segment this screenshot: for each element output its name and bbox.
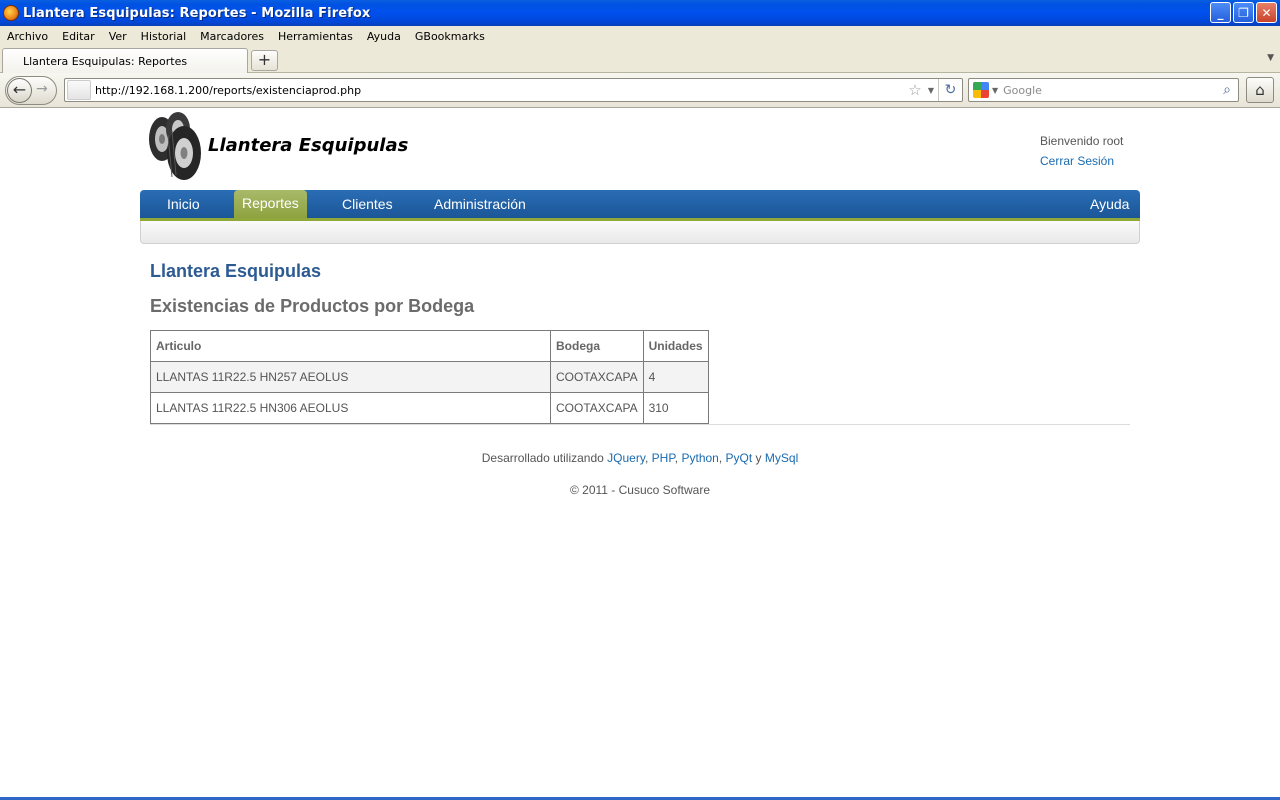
link-mysql[interactable]: MySql: [765, 451, 798, 465]
search-input[interactable]: Google: [1003, 84, 1216, 97]
engine-dropdown-icon[interactable]: ▼: [992, 86, 998, 95]
nav-clientes[interactable]: Clientes: [342, 196, 393, 212]
forward-arrow-icon[interactable]: →: [36, 81, 48, 97]
company-heading: Llantera Esquipulas: [150, 261, 322, 281]
nav-inicio[interactable]: Inicio: [167, 196, 200, 212]
search-magnifier-icon[interactable]: ⌕: [1216, 82, 1238, 98]
menu-editar[interactable]: Editar: [55, 30, 102, 43]
cell-articulo: LLANTAS 11R22.5 HN306 AEOLUS: [150, 392, 551, 424]
footer-conjunction: y: [755, 451, 762, 465]
nav-reportes[interactable]: Reportes: [234, 190, 307, 218]
window-title: Llantera Esquipulas: Reportes - Mozilla …: [23, 5, 371, 21]
minimize-button[interactable]: _: [1210, 2, 1231, 23]
nav-administracion[interactable]: Administración: [434, 196, 526, 212]
footer-credits: Desarrollado utilizando JQuery, PHP, Pyt…: [0, 451, 1280, 465]
sub-navigation: [140, 221, 1140, 244]
url-input[interactable]: http://192.168.1.200/reports/existenciap…: [95, 84, 906, 97]
footer-prefix: Desarrollado utilizando: [481, 451, 604, 465]
cell-bodega: COOTAXCAPA: [550, 361, 644, 393]
back-forward-group: ← →: [5, 76, 57, 105]
home-icon[interactable]: ⌂: [1246, 77, 1274, 103]
menu-bar: Archivo Editar Ver Historial Marcadores …: [0, 26, 1280, 46]
nav-ayuda[interactable]: Ayuda: [1090, 196, 1129, 212]
menu-ayuda[interactable]: Ayuda: [360, 30, 408, 43]
link-jquery[interactable]: JQuery: [607, 451, 645, 465]
welcome-text: Bienvenido root: [1040, 134, 1124, 148]
maximize-button[interactable]: ❐: [1233, 2, 1254, 23]
content-divider: [150, 424, 1130, 425]
page-viewport: Llantera Esquipulas Bienvenido root Cerr…: [0, 109, 1280, 798]
reload-icon[interactable]: ↻: [938, 79, 962, 101]
table-row: LLANTAS 11R22.5 HN306 AEOLUS COOTAXCAPA …: [150, 392, 709, 424]
logout-link[interactable]: Cerrar Sesión: [1040, 154, 1114, 168]
site-title: Llantera Esquipulas: [208, 135, 409, 156]
new-tab-button[interactable]: +: [251, 50, 278, 71]
footer-separator: ,: [718, 451, 723, 465]
report-heading: Existencias de Productos por Bodega: [150, 296, 475, 316]
cell-unidades: 4: [642, 361, 709, 393]
navigation-toolbar: ← → http://192.168.1.200/reports/existen…: [0, 73, 1280, 108]
cell-articulo: LLANTAS 11R22.5 HN257 AEOLUS: [150, 361, 551, 393]
link-python[interactable]: Python: [681, 451, 718, 465]
stock-table: Articulo Bodega Unidades LLANTAS 11R22.5…: [150, 330, 709, 424]
bookmark-star-icon[interactable]: ☆: [906, 81, 924, 99]
footer-separator: ,: [644, 451, 649, 465]
search-bar[interactable]: ▼ Google ⌕: [968, 78, 1239, 102]
menu-historial[interactable]: Historial: [134, 30, 193, 43]
tab-list-chevron-icon[interactable]: ▼: [1267, 53, 1274, 63]
footer-separator: ,: [674, 451, 679, 465]
tires-logo-icon: [149, 112, 201, 180]
main-navigation: Inicio Reportes Clientes Administración …: [140, 190, 1140, 221]
back-arrow-icon[interactable]: ←: [7, 78, 32, 103]
menu-ver[interactable]: Ver: [102, 30, 134, 43]
window-titlebar: Llantera Esquipulas: Reportes - Mozilla …: [0, 0, 1280, 26]
table-row: LLANTAS 11R22.5 HN257 AEOLUS COOTAXCAPA …: [150, 361, 709, 393]
link-php[interactable]: PHP: [652, 451, 675, 465]
url-bar[interactable]: http://192.168.1.200/reports/existenciap…: [64, 78, 963, 102]
google-engine-icon[interactable]: [973, 82, 989, 98]
menu-marcadores[interactable]: Marcadores: [193, 30, 271, 43]
menu-herramientas[interactable]: Herramientas: [271, 30, 360, 43]
window-controls: _ ❐ ✕: [1210, 2, 1277, 23]
tab-strip: Llantera Esquipulas: Reportes + ▼: [0, 46, 1280, 73]
cell-unidades: 310: [642, 392, 709, 424]
tab-active[interactable]: Llantera Esquipulas: Reportes: [2, 48, 248, 73]
tab-label: Llantera Esquipulas: Reportes: [23, 54, 188, 68]
site-identity-icon[interactable]: [67, 80, 91, 100]
table-header-row: Articulo Bodega Unidades: [150, 330, 709, 362]
footer-copyright: © 2011 - Cusuco Software: [569, 483, 711, 497]
column-header-bodega: Bodega: [550, 330, 644, 362]
cell-bodega: COOTAXCAPA: [550, 392, 644, 424]
menu-gbookmarks[interactable]: GBookmarks: [408, 30, 492, 43]
url-history-dropdown-icon[interactable]: ▼: [924, 86, 938, 95]
link-pyqt[interactable]: PyQt: [726, 451, 753, 465]
close-button[interactable]: ✕: [1256, 2, 1277, 23]
firefox-icon: [3, 5, 19, 21]
column-header-articulo: Articulo: [150, 330, 551, 362]
column-header-unidades: Unidades: [642, 330, 709, 362]
menu-archivo[interactable]: Archivo: [0, 30, 55, 43]
